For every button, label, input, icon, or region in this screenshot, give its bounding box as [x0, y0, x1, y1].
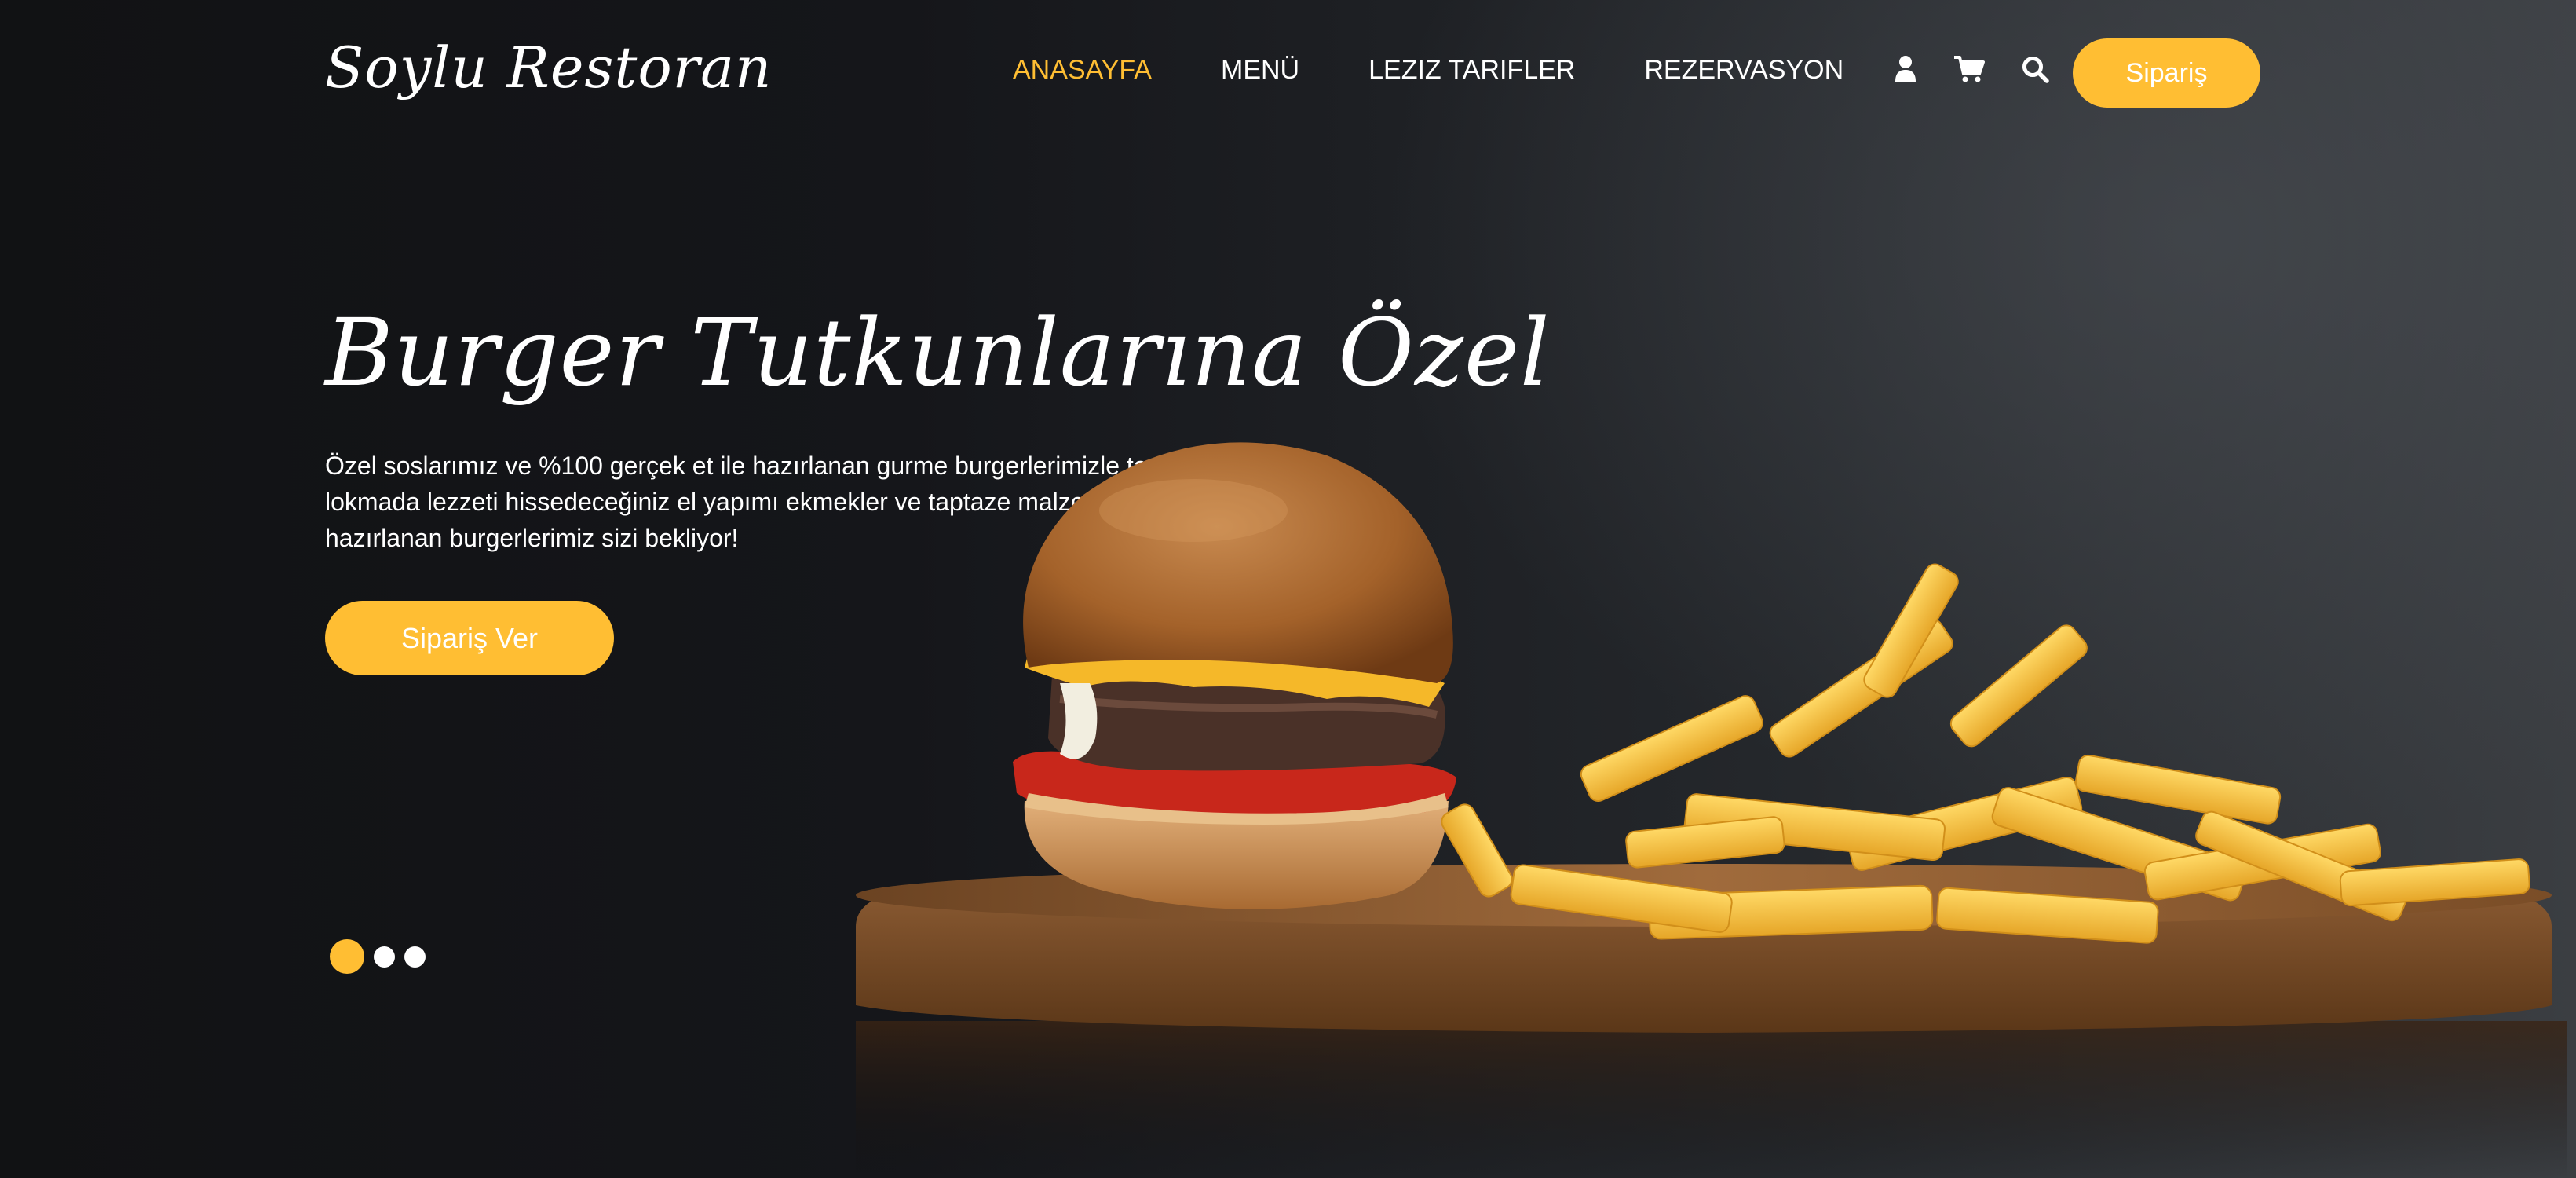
slider-dot-1[interactable] [330, 939, 364, 974]
cart-icon[interactable] [1953, 55, 1985, 83]
order-now-button[interactable]: Sipariş Ver [325, 601, 614, 675]
nav-item-leziz-tarifler[interactable]: LEZIZ TARIFLER [1368, 55, 1575, 86]
nav-item-rezervasyon[interactable]: REZERVASYON [1644, 55, 1843, 86]
slider-dots [330, 939, 426, 974]
hero-title: Burger Tutkunlarına Özel [325, 298, 1551, 407]
site-logo[interactable]: Soylu Restoran [325, 35, 772, 101]
nav-item-menu[interactable]: MENÜ [1221, 55, 1299, 86]
slider-dot-2[interactable] [374, 946, 395, 968]
search-icon[interactable] [2021, 55, 2049, 83]
user-icon[interactable] [1894, 55, 1917, 83]
order-button[interactable]: Sipariş [2073, 38, 2260, 108]
hero-section: Soylu Restoran ANASAYFA MENÜ LEZIZ TARIF… [0, 0, 2576, 1178]
nav-item-anasayfa[interactable]: ANASAYFA [1013, 55, 1152, 86]
slider-dot-3[interactable] [404, 946, 426, 968]
main-nav: ANASAYFA MENÜ LEZIZ TARIFLER REZERVASYON [1013, 55, 1843, 86]
hero-food-image [856, 442, 2567, 1178]
header-icons [1894, 55, 2049, 83]
